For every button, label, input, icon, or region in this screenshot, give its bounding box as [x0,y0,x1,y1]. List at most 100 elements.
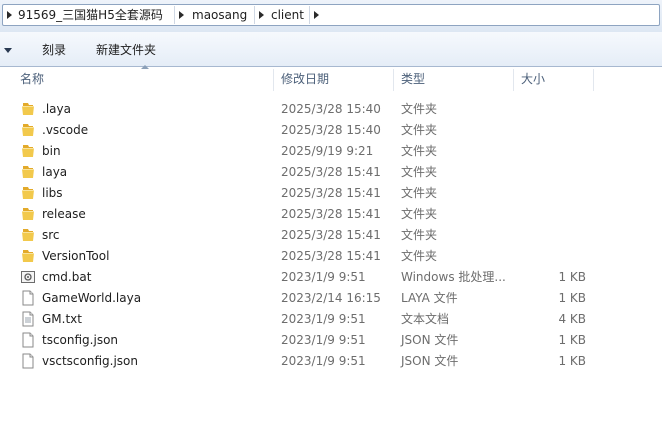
file-size: 1 KB [558,291,586,305]
breadcrumb-item-root[interactable]: 91569_三国猫H5全套源码 [18,5,163,25]
file-size [540,225,586,246]
chevron-right-icon[interactable] [314,11,319,19]
breadcrumb-divider [174,6,175,24]
folder-icon [20,101,36,117]
column-divider[interactable] [273,69,274,91]
file-type: 文件夹 [401,165,438,179]
file-row[interactable]: bin 2025/9/19 9:21 文件夹 [0,141,662,162]
file-type: 文件夹 [401,102,438,116]
command-bar: 刻录 新建文件夹 [0,32,662,67]
file-row[interactable]: libs 2025/3/28 15:41 文件夹 [0,183,662,204]
file-row[interactable]: GM.txt 2023/1/9 9:51 文本文档 4 KB [0,309,662,330]
address-bar: 91569_三国猫H5全套源码 maosang client [0,0,662,32]
file-name: cmd.bat [42,270,92,284]
file-row[interactable]: vsctsconfig.json 2023/1/9 9:51 JSON 文件 1 KB [0,351,662,372]
file-row[interactable]: src 2025/3/28 15:41 文件夹 [0,225,662,246]
burn-button[interactable]: 刻录 [42,41,66,59]
file-name: libs [42,186,63,200]
new-folder-button[interactable]: 新建文件夹 [96,41,156,59]
file-icon [20,353,36,369]
file-name: laya [42,165,68,179]
file-date-modified: 2025/3/28 15:40 [281,102,381,116]
chevron-down-icon[interactable] [4,48,12,53]
file-date-modified: 2025/9/19 9:21 [281,144,374,158]
file-name: vsctsconfig.json [42,354,138,368]
file-name: GameWorld.laya [42,291,142,305]
file-type: LAYA 文件 [401,291,458,305]
file-date-modified: 2025/3/28 15:41 [281,186,381,200]
column-divider[interactable] [513,69,514,91]
folder-icon [20,122,36,138]
folder-icon [20,227,36,243]
file-date-modified: 2025/3/28 15:41 [281,228,381,242]
file-size [540,246,586,267]
file-type: 文件夹 [401,186,438,200]
file-row[interactable]: .laya 2025/3/28 15:40 文件夹 [0,99,662,120]
column-header: 名称 修改日期 类型 大小 [0,65,662,91]
file-name: bin [42,144,61,158]
file-size: 4 KB [558,312,586,326]
file-size: 1 KB [558,354,586,368]
file-name: VersionTool [42,249,110,263]
file-row[interactable]: cmd.bat 2023/1/9 9:51 Windows 批处理... 1 KB [0,267,662,288]
file-size [540,120,586,141]
file-row[interactable]: laya 2025/3/28 15:41 文件夹 [0,162,662,183]
chevron-right-icon[interactable] [259,11,264,19]
file-icon [20,290,36,306]
file-type: JSON 文件 [401,354,459,368]
chevron-right-icon[interactable] [7,11,12,19]
file-date-modified: 2025/3/28 15:41 [281,165,381,179]
column-divider[interactable] [393,69,394,91]
file-row[interactable]: release 2025/3/28 15:41 文件夹 [0,204,662,225]
file-row[interactable]: tsconfig.json 2023/1/9 9:51 JSON 文件 1 KB [0,330,662,351]
file-date-modified: 2023/1/9 9:51 [281,270,366,284]
text-file-icon [20,311,36,327]
file-row[interactable]: VersionTool 2025/3/28 15:41 文件夹 [0,246,662,267]
file-row[interactable]: .vscode 2025/3/28 15:40 文件夹 [0,120,662,141]
column-type[interactable]: 类型 [401,67,511,91]
file-type: 文件夹 [401,144,438,158]
file-date-modified: 2023/2/14 16:15 [281,291,381,305]
file-name: release [42,207,86,221]
column-size[interactable]: 大小 [521,67,591,91]
breadcrumb[interactable]: 91569_三国猫H5全套源码 maosang client [2,4,660,26]
file-row[interactable]: GameWorld.laya 2023/2/14 16:15 LAYA 文件 1 KB [0,288,662,309]
file-size [540,183,586,204]
folder-icon [20,164,36,180]
file-icon [20,332,36,348]
file-date-modified: 2025/3/28 15:40 [281,123,381,137]
file-type: JSON 文件 [401,333,459,347]
breadcrumb-item-maosang[interactable]: maosang [192,5,247,25]
file-name: tsconfig.json [42,333,119,347]
file-size: 1 KB [558,333,586,347]
file-size: 1 KB [558,270,586,284]
file-name: .vscode [42,123,89,137]
chevron-right-icon[interactable] [179,11,184,19]
file-type: 文件夹 [401,207,438,221]
breadcrumb-item-client[interactable]: client [271,5,304,25]
file-size [540,99,586,120]
column-name[interactable]: 名称 [20,67,272,91]
file-name: GM.txt [42,312,82,326]
folder-icon [20,143,36,159]
file-type: 文本文档 [401,312,450,326]
file-type: Windows 批处理... [401,270,506,284]
file-size [540,141,586,162]
file-size [540,204,586,225]
file-size [540,162,586,183]
batch-file-icon [20,269,36,285]
folder-icon [20,248,36,264]
file-date-modified: 2023/1/9 9:51 [281,312,366,326]
breadcrumb-divider [309,6,310,24]
breadcrumb-divider [254,6,255,24]
file-type: 文件夹 [401,249,438,263]
file-date-modified: 2025/3/28 15:41 [281,207,381,221]
file-type: 文件夹 [401,228,438,242]
file-type: 文件夹 [401,123,438,137]
file-date-modified: 2023/1/9 9:51 [281,333,366,347]
file-name: src [42,228,60,242]
column-date-modified[interactable]: 修改日期 [281,67,391,91]
file-name: .laya [42,102,71,116]
file-list: .laya 2025/3/28 15:40 文件夹 .vscode 2025/3/28 … [0,99,662,372]
column-divider[interactable] [593,69,594,91]
